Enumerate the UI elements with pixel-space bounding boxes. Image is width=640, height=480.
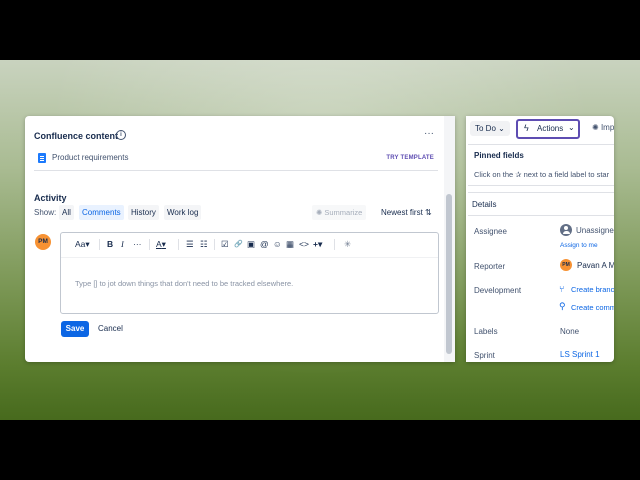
pinned-fields-hint: Click on the ✰ next to a field label to … [474,170,610,179]
imp-label: Imp [600,123,614,132]
italic-icon[interactable]: I [121,239,124,250]
actions-label: Actions [537,124,564,133]
sort-newest-first[interactable]: Newest first ⇅ [381,208,432,217]
create-commit-link[interactable]: Create comm [571,303,614,312]
toolbar-divider [214,239,215,250]
table-icon[interactable]: ▦ [286,239,294,250]
chevron-down-icon: ⌄ [498,124,505,133]
confluence-content-title: Confluence content [34,131,119,141]
ai-sparkle-icon[interactable]: ✳ [344,239,351,250]
scrollbar[interactable] [444,116,455,362]
text-color-icon: A [156,239,162,249]
summarize-label: Summarize [324,208,363,217]
plus-icon: + [313,239,318,249]
sort-icon: ⇅ [425,208,432,217]
sprint-value[interactable]: LS Sprint 1 [560,350,600,359]
mention-icon[interactable]: @ [260,239,269,250]
chevron-down-icon: ⌄ [568,123,575,132]
text-style-icon: Aa [75,239,86,249]
filter-work-log[interactable]: Work log [164,205,202,220]
sprint-label: Sprint [474,351,495,360]
improve-button[interactable]: ✺ Imp [592,123,614,132]
link-icon[interactable]: 🔗 [234,239,243,250]
toolbar-divider [149,239,150,250]
branch-icon: ⑂ [559,284,565,294]
issue-side-panel: To Do ⌄ ϟ Actions ⌄ ✺ Imp Pinned fields … [466,116,614,362]
editor-placeholder: Type [] to jot down things that don't ne… [75,279,294,288]
text-style-dropdown[interactable]: Aa▾ [75,239,90,250]
editor-toolbar: Aa▾ B I ··· A▾ ☰ ☷ ☑ 🔗 ▣ @ ☺ ▦ <> +▾ ✳ [61,233,438,258]
reporter-value[interactable]: Pavan A M [577,261,614,270]
status-label: To Do [475,124,496,133]
assign-to-me-link[interactable]: Assign to me [560,242,598,249]
labels-value[interactable]: None [560,327,579,336]
checkbox-icon[interactable]: ☑ [221,239,229,250]
assignee-value[interactable]: Unassigne [576,226,614,235]
numbered-list-icon[interactable]: ☷ [200,239,208,250]
insert-dropdown[interactable]: +▾ [313,239,322,250]
toolbar-divider [99,239,100,250]
bold-icon[interactable]: B [107,239,113,250]
cancel-button[interactable]: Cancel [98,324,123,333]
labels-label: Labels [474,327,498,336]
reporter-avatar: PM [560,259,572,271]
comment-editor[interactable]: Aa▾ B I ··· A▾ ☰ ☷ ☑ 🔗 ▣ @ ☺ ▦ <> +▾ ✳ T… [60,232,439,314]
code-icon[interactable]: <> [299,239,309,250]
text-color-dropdown[interactable]: A▾ [156,239,166,250]
scrollbar-thumb[interactable] [446,194,452,354]
document-icon [38,153,46,163]
development-label: Development [474,286,522,295]
newest-first-label: Newest first [381,208,423,217]
details-heading: Details [472,200,497,209]
show-label: Show: [34,208,57,217]
commit-icon: ⚲ [559,301,566,311]
lightning-icon: ϟ [524,123,529,133]
confluence-doc-row[interactable]: Product requirements TRY TEMPLATE [34,150,438,171]
actions-button[interactable]: ϟ Actions ⌄ [516,119,580,139]
reporter-label: Reporter [474,262,506,271]
issue-main-panel: Confluence content i ··· Product require… [25,116,455,362]
emoji-icon[interactable]: ☺ [273,239,282,250]
filter-history[interactable]: History [128,205,159,220]
image-icon[interactable]: ▣ [247,239,255,250]
bullet-list-icon[interactable]: ☰ [186,239,194,250]
try-template-button[interactable]: TRY TEMPLATE [386,155,434,161]
more-formatting-icon[interactable]: ··· [133,239,142,250]
assignee-label: Assignee [474,227,507,236]
create-branch-link[interactable]: Create branc [571,285,614,294]
unassigned-user-icon [560,224,572,236]
toolbar-divider [334,239,335,250]
more-options-icon[interactable]: ··· [424,128,434,139]
avatar: PM [35,234,51,250]
activity-heading: Activity [34,193,67,203]
doc-item-label[interactable]: Product requirements [52,153,128,162]
filter-all[interactable]: All [59,205,74,220]
info-icon[interactable]: i [116,130,126,140]
sparkle-icon: ✺ [592,123,601,132]
toolbar-divider [178,239,179,250]
save-button[interactable]: Save [61,321,89,337]
summarize-button[interactable]: ✺ Summarize [312,205,367,220]
status-dropdown[interactable]: To Do ⌄ [470,121,510,136]
filter-comments[interactable]: Comments [79,205,124,220]
pinned-fields-heading: Pinned fields [474,151,524,160]
